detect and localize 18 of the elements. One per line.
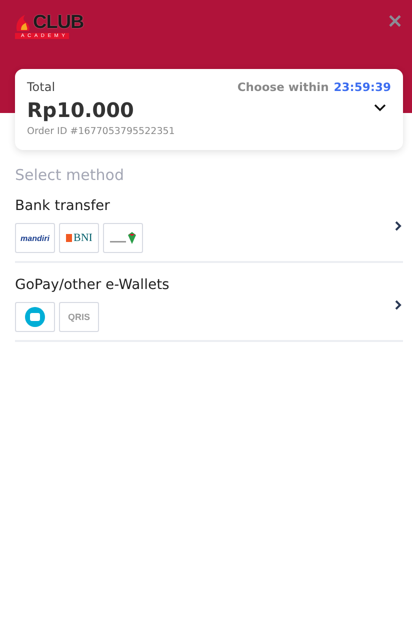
countdown-timer: 23:59:39	[334, 80, 391, 94]
wallet-icon	[25, 307, 45, 327]
bank-logo: mandiri	[15, 223, 55, 253]
bank-mark-icon	[66, 234, 72, 242]
countdown-label: Choose within	[237, 80, 329, 94]
payment-method[interactable]: GoPay/other e-Wallets QRIS	[15, 277, 403, 342]
wallet-logo: QRIS	[59, 302, 99, 332]
chevron-right-icon	[393, 298, 403, 310]
total-label: Total	[27, 80, 56, 94]
expand-button[interactable]	[373, 103, 387, 113]
bank-mark-icon	[109, 231, 137, 245]
order-id: Order ID #1677053795522351	[27, 126, 175, 137]
payment-method[interactable]: Bank transfer mandiri BNI	[15, 198, 403, 263]
logo-word: CLUB	[33, 14, 84, 32]
section-title: Select method	[15, 166, 125, 184]
total-amount: Rp10.000	[27, 98, 135, 122]
bank-logo: BNI	[59, 223, 99, 253]
chevron-right-icon	[393, 220, 403, 232]
